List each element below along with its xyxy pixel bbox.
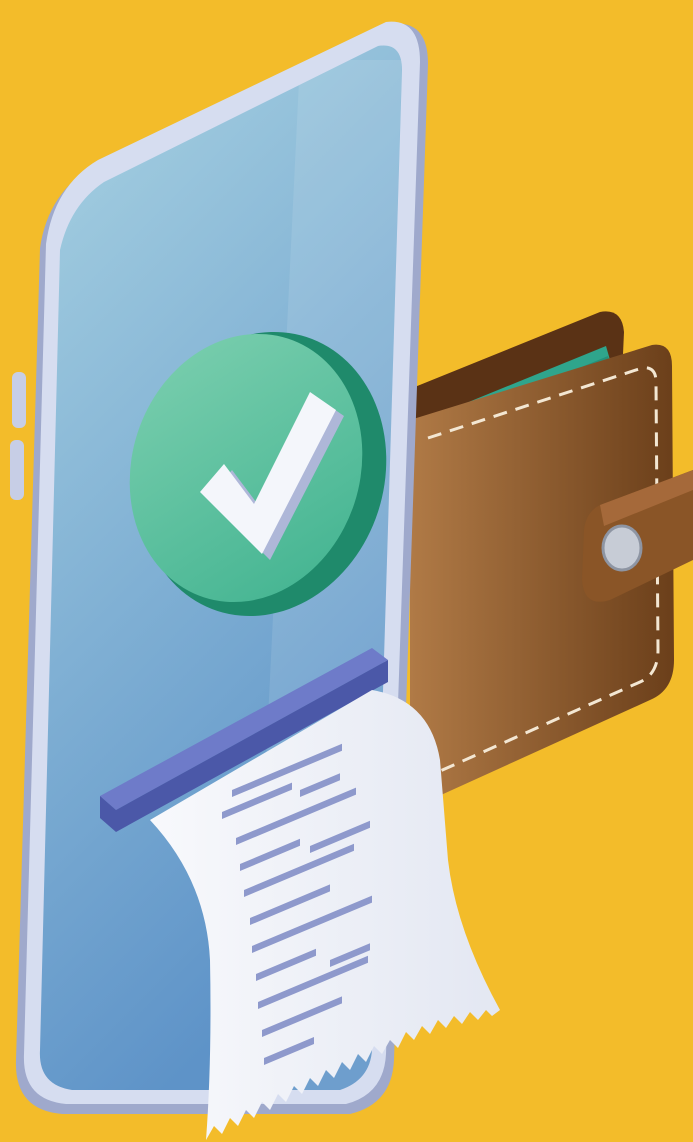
phone-side-button — [10, 440, 24, 500]
wallet-clasp — [601, 524, 643, 572]
payment-illustration — [0, 0, 693, 1142]
phone-side-button — [12, 372, 26, 428]
